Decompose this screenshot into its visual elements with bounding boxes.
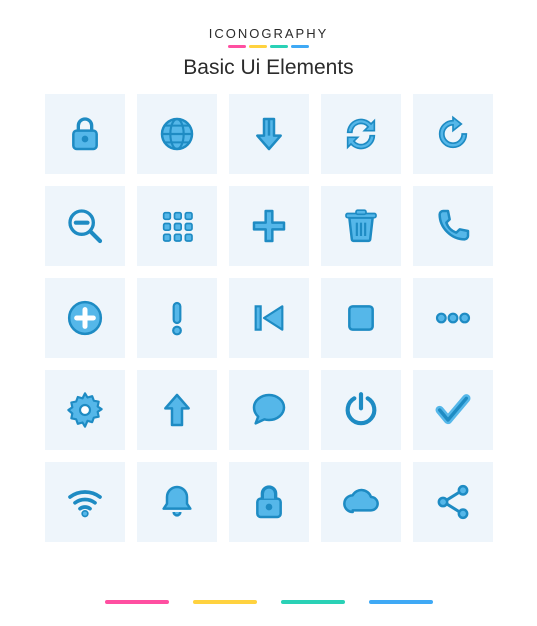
reload-icon xyxy=(413,94,493,174)
zoom-out-icon xyxy=(45,186,125,266)
skip-back-icon xyxy=(229,278,309,358)
brand-bar xyxy=(249,45,267,48)
exclamation-icon xyxy=(137,278,217,358)
brand-accent-bars xyxy=(228,45,309,48)
phone-icon xyxy=(413,186,493,266)
share-icon xyxy=(413,462,493,542)
plus-circle-icon xyxy=(45,278,125,358)
footer-bar xyxy=(281,600,345,604)
arrow-down-icon xyxy=(229,94,309,174)
brand-bar xyxy=(270,45,288,48)
chat-icon xyxy=(229,370,309,450)
plus-icon xyxy=(229,186,309,266)
trash-icon xyxy=(321,186,401,266)
brand-bar xyxy=(228,45,246,48)
refresh-icon xyxy=(321,94,401,174)
power-icon xyxy=(321,370,401,450)
icon-grid xyxy=(45,94,493,542)
footer-bar xyxy=(369,600,433,604)
more-horizontal-icon xyxy=(413,278,493,358)
grid-icon xyxy=(137,186,217,266)
arrow-up-solid-icon xyxy=(137,370,217,450)
page-title: Basic Ui Elements xyxy=(183,56,353,80)
globe-icon xyxy=(137,94,217,174)
brand-label: ICONOGRAPHY xyxy=(209,26,329,41)
lock-solid-icon xyxy=(229,462,309,542)
footer-bar xyxy=(193,600,257,604)
gear-icon xyxy=(45,370,125,450)
bell-icon xyxy=(137,462,217,542)
footer-bar xyxy=(105,600,169,604)
stop-icon xyxy=(321,278,401,358)
footer-accent-bars xyxy=(105,600,433,604)
lock-icon xyxy=(45,94,125,174)
cloud-icon xyxy=(321,462,401,542)
wifi-icon xyxy=(45,462,125,542)
brand-bar xyxy=(291,45,309,48)
check-icon xyxy=(413,370,493,450)
